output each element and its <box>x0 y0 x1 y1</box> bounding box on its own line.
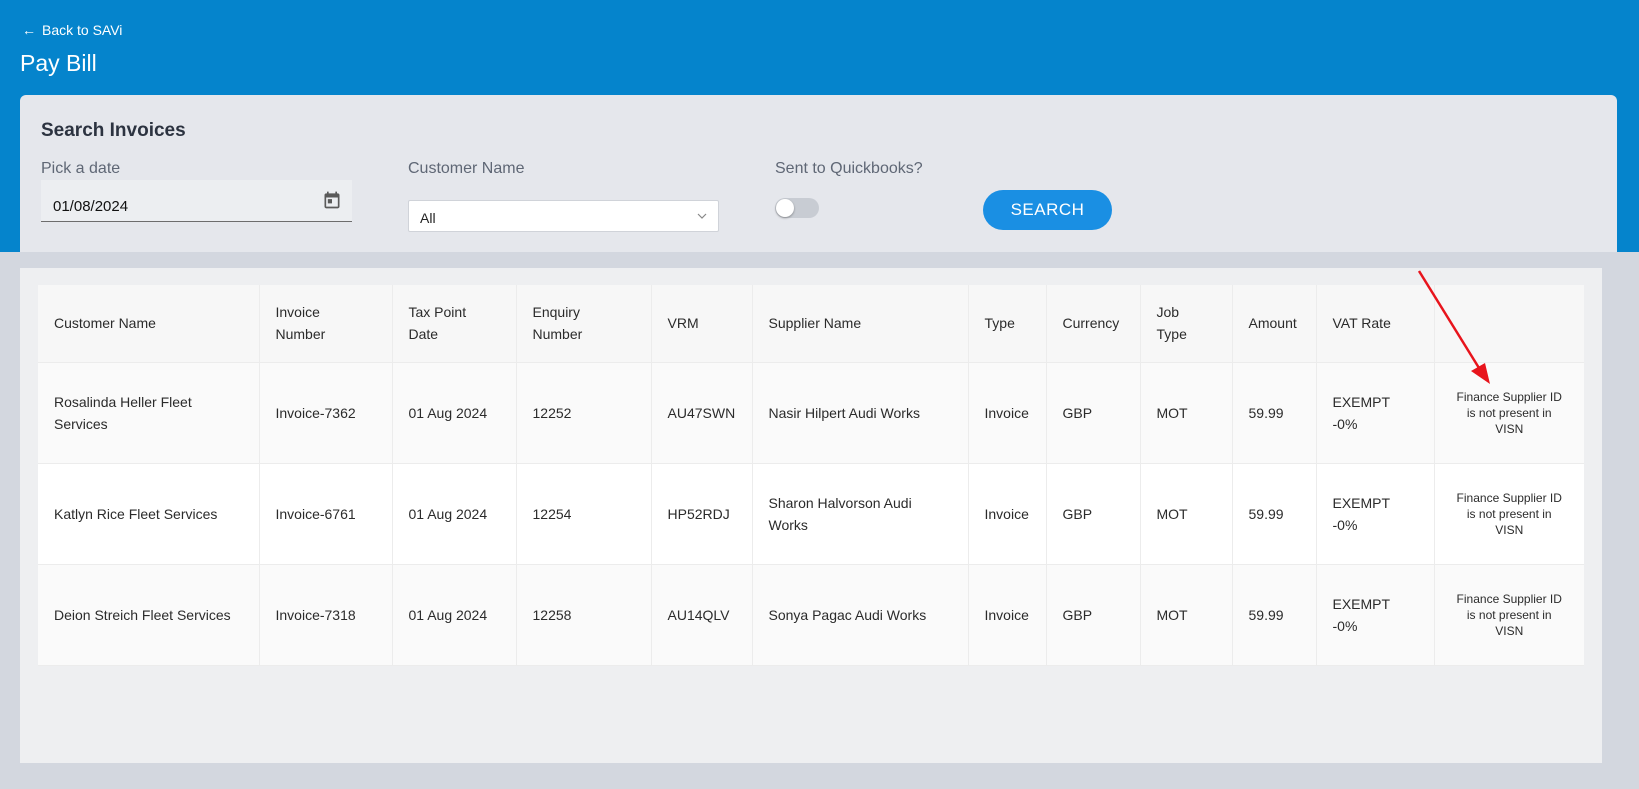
calendar-icon[interactable] <box>322 190 342 210</box>
search-button[interactable]: SEARCH <box>983 190 1112 230</box>
column-header: Job Type <box>1140 285 1233 363</box>
cell-amount: 59.99 <box>1232 362 1317 464</box>
cell-tax-date: 01 Aug 2024 <box>392 564 517 666</box>
column-header: Supplier Name <box>752 285 969 363</box>
customer-select[interactable]: All <box>408 200 719 232</box>
cell-vat-rate: EXEMPT -0% <box>1316 362 1435 464</box>
cell-invoice: Invoice-7362 <box>259 362 393 464</box>
cell-enquiry: 12254 <box>516 463 652 565</box>
cell-job-type: MOT <box>1140 362 1233 464</box>
cell-enquiry: 12252 <box>516 362 652 464</box>
date-label: Pick a date <box>41 160 121 177</box>
cell-type: Invoice <box>968 463 1047 565</box>
cell-currency: GBP <box>1046 564 1141 666</box>
cell-status-message: Finance Supplier ID is not present in VISN <box>1434 463 1584 565</box>
column-header: VRM <box>651 285 753 363</box>
cell-supplier: Sharon Halvorson Audi Works <box>752 463 969 565</box>
cell-tax-date: 01 Aug 2024 <box>392 362 517 464</box>
cell-supplier: Sonya Pagac Audi Works <box>752 564 969 666</box>
date-input[interactable] <box>53 198 293 215</box>
results-panel: Customer Name Invoice Number Tax Point Dat… <box>20 268 1602 763</box>
cell-currency: GBP <box>1046 463 1141 565</box>
column-header-status <box>1434 285 1584 363</box>
table-row[interactable]: Rosalinda Heller Fleet Services Invoice-7… <box>38 362 1584 464</box>
table-row[interactable]: Katlyn Rice Fleet Services Invoice-6761 … <box>38 463 1584 565</box>
column-header: Invoice Number <box>259 285 393 363</box>
customer-select-value: All <box>420 210 436 226</box>
cell-customer: Deion Streich Fleet Services <box>38 564 260 666</box>
quickbooks-label: Sent to Quickbooks? <box>775 160 923 177</box>
cell-vrm: HP52RDJ <box>651 463 753 565</box>
cell-tax-date: 01 Aug 2024 <box>392 463 517 565</box>
cell-job-type: MOT <box>1140 463 1233 565</box>
column-header: Type <box>968 285 1047 363</box>
cell-vat-rate: EXEMPT -0% <box>1316 564 1435 666</box>
cell-type: Invoice <box>968 362 1047 464</box>
column-header: Amount <box>1232 285 1317 363</box>
invoice-table: Customer Name Invoice Number Tax Point Dat… <box>38 285 1584 666</box>
cell-currency: GBP <box>1046 362 1141 464</box>
cell-invoice: Invoice-7318 <box>259 564 393 666</box>
cell-vat-rate: EXEMPT -0% <box>1316 463 1435 565</box>
cell-invoice: Invoice-6761 <box>259 463 393 565</box>
column-header: Enquiry Number <box>516 285 652 363</box>
table-header-row: Customer Name Invoice Number Tax Point Dat… <box>38 285 1584 363</box>
quickbooks-toggle[interactable] <box>775 198 819 218</box>
back-link[interactable]: ← Back to SAVi <box>22 22 122 38</box>
cell-amount: 59.99 <box>1232 463 1317 565</box>
cell-type: Invoice <box>968 564 1047 666</box>
cell-enquiry: 12258 <box>516 564 652 666</box>
cell-supplier: Nasir Hilpert Audi Works <box>752 362 969 464</box>
cell-customer: Katlyn Rice Fleet Services <box>38 463 260 565</box>
cell-status-message: Finance Supplier ID is not present in VISN <box>1434 564 1584 666</box>
cell-amount: 59.99 <box>1232 564 1317 666</box>
column-header: Customer Name <box>38 285 260 363</box>
column-header: Currency <box>1046 285 1141 363</box>
column-header: Tax Point Date <box>392 285 517 363</box>
column-header: VAT Rate <box>1316 285 1435 363</box>
customer-label: Customer Name <box>408 160 525 177</box>
date-picker[interactable] <box>41 180 352 222</box>
toggle-knob <box>776 199 794 217</box>
cell-job-type: MOT <box>1140 564 1233 666</box>
search-title: Search Invoices <box>41 120 186 141</box>
search-panel: Search Invoices Pick a date Customer Nam… <box>20 95 1617 252</box>
cell-vrm: AU14QLV <box>651 564 753 666</box>
table-row[interactable]: Deion Streich Fleet Services Invoice-731… <box>38 564 1584 666</box>
cell-vrm: AU47SWN <box>651 362 753 464</box>
arrow-left-icon: ← <box>22 22 36 38</box>
back-link-label: Back to SAVi <box>42 22 123 38</box>
page-title: Pay Bill <box>20 50 97 76</box>
cell-status-message: Finance Supplier ID is not present in VISN <box>1434 362 1584 464</box>
chevron-down-icon <box>697 213 707 219</box>
cell-customer: Rosalinda Heller Fleet Services <box>38 362 260 464</box>
